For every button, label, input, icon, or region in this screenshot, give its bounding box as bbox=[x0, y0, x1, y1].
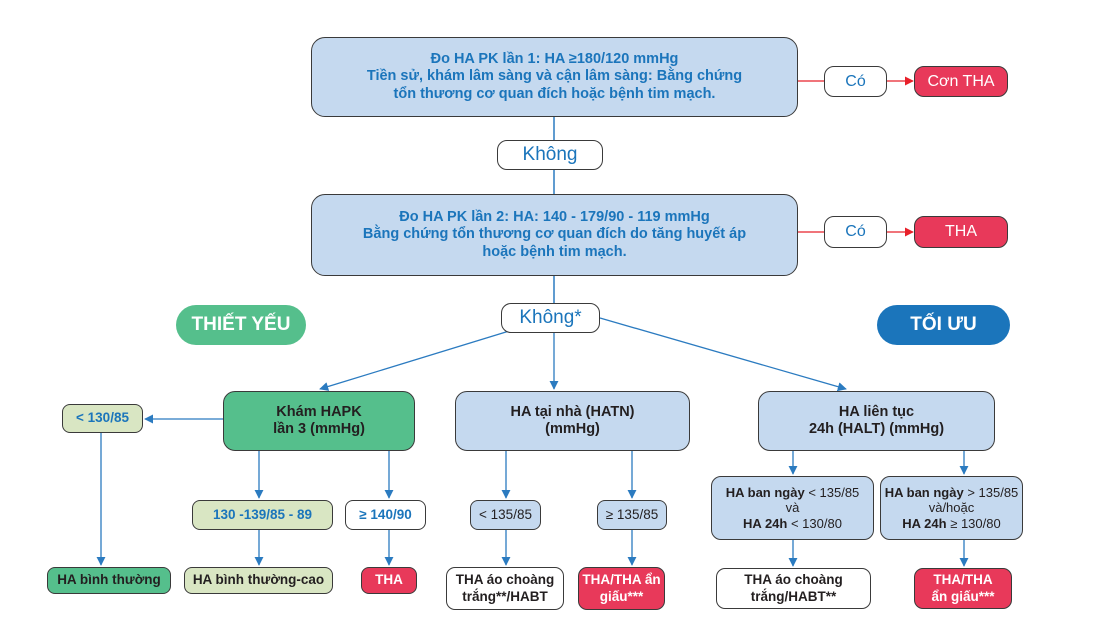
office-low-result: HA bình thường bbox=[47, 567, 171, 594]
office-low-result-text: HA bình thường bbox=[57, 572, 161, 588]
office-mid-result-text: HA bình thường-cao bbox=[192, 572, 325, 588]
step1-yes-result-text: Cơn THA bbox=[927, 72, 995, 90]
amb-low-24h-value: < 130/80 bbox=[787, 515, 842, 531]
step2-line2: Bằng chứng tổn thương cơ quan đích do tă… bbox=[362, 226, 747, 243]
step2-yes-result-text: THA bbox=[945, 223, 977, 241]
step2-line1: Đo HA PK lần 2: HA: 140 - 179/90 - 119 m… bbox=[399, 208, 710, 225]
office-low-threshold-text: < 130/85 bbox=[76, 410, 129, 426]
tier-optimal-badge: TỐI ƯU bbox=[877, 305, 1010, 345]
arrow-to-office bbox=[319, 327, 520, 391]
office-mid-result: HA bình thường-cao bbox=[184, 567, 333, 594]
office-low-threshold: < 130/85 bbox=[62, 404, 143, 433]
home-title-line1: HA tại nhà (HATN) bbox=[510, 403, 635, 420]
arrow-to-ambulatory bbox=[599, 317, 847, 392]
tier-essential-text: THIẾT YẾU bbox=[191, 314, 291, 335]
home-low-threshold-text: < 135/85 bbox=[479, 506, 532, 522]
office-high-threshold: ≥ 140/90 bbox=[345, 500, 426, 530]
ambulatory-high-condition: HA ban ngày > 135/85 và/hoặc HA 24h ≥ 13… bbox=[880, 476, 1023, 540]
office-high-threshold-text: ≥ 140/90 bbox=[359, 506, 412, 522]
step1-no-label: Không bbox=[497, 140, 603, 170]
tier-optimal-text: TỐI ƯU bbox=[910, 314, 977, 335]
home-low-result-line1: THA áo choàng bbox=[455, 572, 555, 588]
office-measure-box: Khám HAPK lần 3 (mmHg) bbox=[223, 391, 415, 451]
step2-yes-result: THA bbox=[914, 216, 1008, 248]
home-low-threshold: < 135/85 bbox=[470, 500, 541, 530]
amb-high-day-value: > 135/85 bbox=[963, 484, 1019, 500]
ambulatory-measure-box: HA liên tục 24h (HALT) (mmHg) bbox=[758, 391, 995, 451]
amb-low-24h: HA 24h < 130/80 bbox=[743, 516, 842, 532]
amb-high-day-label: HA ban ngày bbox=[884, 484, 964, 500]
office-high-result-text: THA bbox=[375, 572, 403, 588]
amb-low-joiner: và bbox=[785, 500, 800, 516]
amb-high-24h: HA 24h ≥ 130/80 bbox=[902, 516, 1000, 532]
step2-no-label: Không* bbox=[501, 303, 600, 333]
tier-essential-badge: THIẾT YẾU bbox=[176, 305, 306, 345]
ambulatory-high-result: THA/THA ẩn giấu*** bbox=[914, 568, 1012, 609]
amb-low-result-line1: THA áo choàng bbox=[744, 572, 843, 588]
amb-low-result-line2: trắng/HABT** bbox=[750, 588, 837, 604]
amb-high-day: HA ban ngày > 135/85 bbox=[885, 485, 1019, 501]
step2-no-text: Không* bbox=[519, 306, 582, 328]
ambulatory-title-line1: HA liên tục bbox=[838, 403, 915, 420]
step1-yes-result: Cơn THA bbox=[914, 66, 1008, 97]
step1-yes-text: Có bbox=[845, 72, 866, 90]
step2-box: Đo HA PK lần 2: HA: 140 - 179/90 - 119 m… bbox=[311, 194, 798, 276]
amb-low-day-value: < 135/85 bbox=[804, 484, 860, 500]
step1-no-text: Không bbox=[522, 143, 578, 165]
amb-high-result-line1: THA/THA bbox=[933, 572, 993, 588]
amb-low-day-label: HA ban ngày bbox=[725, 484, 805, 500]
step1-line1: Đo HA PK lần 1: HA ≥180/120 mmHg bbox=[430, 50, 679, 67]
step2-yes-label: Có bbox=[824, 216, 887, 248]
amb-high-joiner: và/hoặc bbox=[928, 500, 975, 516]
home-high-result-line2: giấu*** bbox=[599, 588, 644, 604]
home-high-threshold-text: ≥ 135/85 bbox=[605, 506, 659, 522]
ambulatory-title-line2: 24h (HALT) (mmHg) bbox=[808, 421, 945, 437]
office-mid-threshold-text: 130 -139/85 - 89 bbox=[212, 506, 313, 522]
step1-box: Đo HA PK lần 1: HA ≥180/120 mmHg Tiền sử… bbox=[311, 37, 798, 117]
home-high-threshold: ≥ 135/85 bbox=[597, 500, 667, 530]
step2-line3: hoặc bệnh tim mạch. bbox=[482, 243, 627, 260]
amb-low-day: HA ban ngày < 135/85 bbox=[726, 485, 860, 501]
home-title-line2: (mmHg) bbox=[545, 421, 600, 437]
amb-low-24h-label: HA 24h bbox=[743, 515, 788, 531]
home-high-result-line1: THA/THA ẩn bbox=[582, 572, 661, 588]
office-title-line2: lần 3 (mmHg) bbox=[273, 421, 365, 437]
office-title-line1: Khám HAPK bbox=[276, 403, 362, 420]
step2-yes-text: Có bbox=[845, 223, 866, 241]
office-high-result: THA bbox=[361, 567, 417, 594]
step1-line3: tổn thương cơ quan đích hoặc bệnh tim mạ… bbox=[393, 85, 716, 102]
step1-yes-label: Có bbox=[824, 66, 887, 97]
amb-high-24h-value: ≥ 130/80 bbox=[946, 515, 1001, 531]
ambulatory-low-condition: HA ban ngày < 135/85 và HA 24h < 130/80 bbox=[711, 476, 874, 540]
home-low-result: THA áo choàng trắng**/HABT bbox=[446, 567, 564, 610]
ambulatory-low-result: THA áo choàng trắng/HABT** bbox=[716, 568, 871, 609]
home-high-result: THA/THA ẩn giấu*** bbox=[578, 567, 665, 610]
amb-high-result-line2: ẩn giấu*** bbox=[931, 588, 995, 604]
amb-high-24h-label: HA 24h bbox=[902, 515, 947, 531]
home-low-result-line2: trắng**/HABT bbox=[462, 588, 548, 604]
office-mid-threshold: 130 -139/85 - 89 bbox=[192, 500, 333, 530]
step1-line2: Tiền sử, khám lâm sàng và cận lâm sàng: … bbox=[366, 68, 743, 85]
home-measure-box: HA tại nhà (HATN) (mmHg) bbox=[455, 391, 690, 451]
